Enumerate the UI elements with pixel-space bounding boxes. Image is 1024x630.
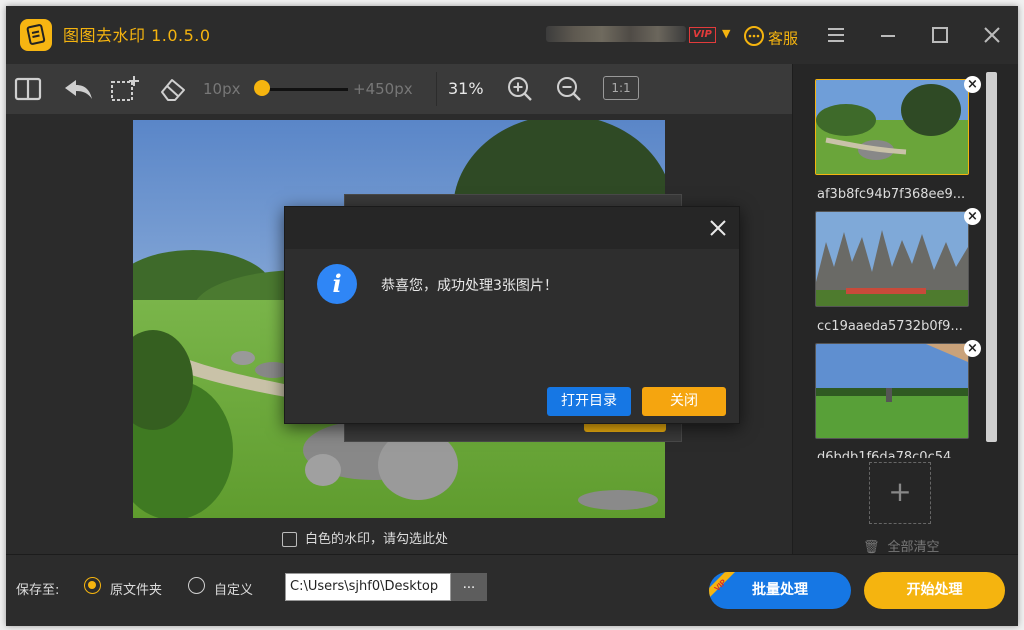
thumbnail-name: af3b8fc94b7f368ee9... (817, 187, 966, 202)
support-button[interactable]: 客服 (743, 25, 799, 48)
vip-ribbon-icon: VIP (709, 572, 735, 598)
batch-process-button[interactable]: VIP 批量处理 (709, 572, 851, 609)
add-image-button[interactable]: + (869, 462, 931, 524)
dialog-header (285, 207, 739, 249)
maximize-icon[interactable] (928, 23, 952, 47)
thumbnail-panel: × af3b8fc94b7f368ee9... × cc19aaeda5732b… (792, 64, 1018, 555)
edit-toolbar: 10px +450px 31% 1:1 (6, 64, 792, 114)
thumbnail-1[interactable] (815, 79, 969, 175)
browse-button[interactable]: ... (451, 573, 487, 601)
brush-size-slider-handle[interactable] (254, 80, 270, 96)
compare-view-icon[interactable] (14, 75, 42, 103)
info-icon: i (317, 264, 357, 304)
app-logo-icon (20, 19, 52, 51)
remove-thumbnail-1-icon[interactable]: × (964, 76, 981, 93)
brush-size-max: +450px (353, 80, 413, 98)
thumbnail-name: d6bdb1f6da78c0c54... (817, 450, 964, 458)
thumbnail-scrollbar[interactable] (986, 72, 997, 442)
bottom-bar: 保存至: 原文件夹 自定义 C:\Users\sjhf0\Desktop ...… (6, 554, 1018, 626)
brush-size-min: 10px (203, 80, 241, 98)
checkbox-box[interactable] (282, 532, 297, 547)
menu-icon[interactable] (824, 23, 848, 47)
support-label: 客服 (768, 29, 799, 48)
chat-bubble-icon (743, 25, 765, 51)
undo-icon[interactable] (62, 75, 92, 103)
title-bar: 图图去水印 1.0.5.0 VIP ▼ 客服 (6, 6, 1018, 64)
app-window: 图图去水印 1.0.5.0 VIP ▼ 客服 10px +450px 31% 1… (6, 6, 1018, 626)
vip-badge: VIP (689, 27, 716, 43)
white-watermark-label: 白色的水印，请勾选此处 (305, 532, 449, 547)
dialog-message: 恭喜您，成功处理3张图片！ (381, 278, 558, 294)
zoom-in-icon[interactable] (506, 75, 534, 103)
minimize-icon[interactable] (876, 23, 900, 47)
clear-all-label: 全部清空 (887, 540, 940, 555)
original-folder-label[interactable]: 原文件夹 (110, 579, 162, 598)
save-to-label: 保存至: (16, 583, 60, 598)
remove-thumbnail-2-icon[interactable]: × (964, 208, 981, 225)
dialog-close-button[interactable]: 关闭 (642, 387, 726, 416)
user-account-blurred[interactable] (546, 26, 686, 42)
eraser-icon[interactable] (158, 75, 186, 103)
output-path-input[interactable]: C:\Users\sjhf0\Desktop (285, 573, 451, 601)
zoom-level: 31% (448, 79, 484, 98)
app-title: 图图去水印 1.0.5.0 (63, 26, 211, 45)
clear-all-button[interactable]: 🗑 全部清空 (863, 536, 940, 555)
brush-size-slider-track[interactable] (262, 88, 348, 91)
white-watermark-checkbox[interactable]: 白色的水印，请勾选此处 (282, 528, 448, 547)
custom-folder-label[interactable]: 自定义 (214, 579, 253, 598)
account-dropdown-icon[interactable]: ▼ (722, 27, 730, 40)
remove-thumbnail-3-icon[interactable]: × (964, 340, 981, 357)
batch-process-label: 批量处理 (752, 582, 808, 598)
thumbnail-2[interactable] (815, 211, 969, 307)
actual-size-button[interactable]: 1:1 (603, 76, 639, 100)
toolbar-divider (436, 72, 437, 106)
close-window-icon[interactable] (980, 23, 1004, 47)
trash-icon: 🗑 (863, 540, 880, 555)
thumbnail-name: cc19aaeda5732b0f9... (817, 319, 963, 334)
select-region-icon[interactable] (110, 75, 139, 103)
radio-custom-folder[interactable] (188, 577, 205, 594)
open-directory-button[interactable]: 打开目录 (547, 387, 631, 416)
success-dialog: i 恭喜您，成功处理3张图片！ 打开目录 关闭 (284, 206, 740, 424)
dialog-close-icon[interactable] (709, 219, 727, 237)
thumbnail-3[interactable] (815, 343, 969, 439)
radio-original-folder[interactable] (84, 577, 101, 594)
start-process-button[interactable]: 开始处理 (864, 572, 1005, 609)
zoom-out-icon[interactable] (555, 75, 583, 103)
